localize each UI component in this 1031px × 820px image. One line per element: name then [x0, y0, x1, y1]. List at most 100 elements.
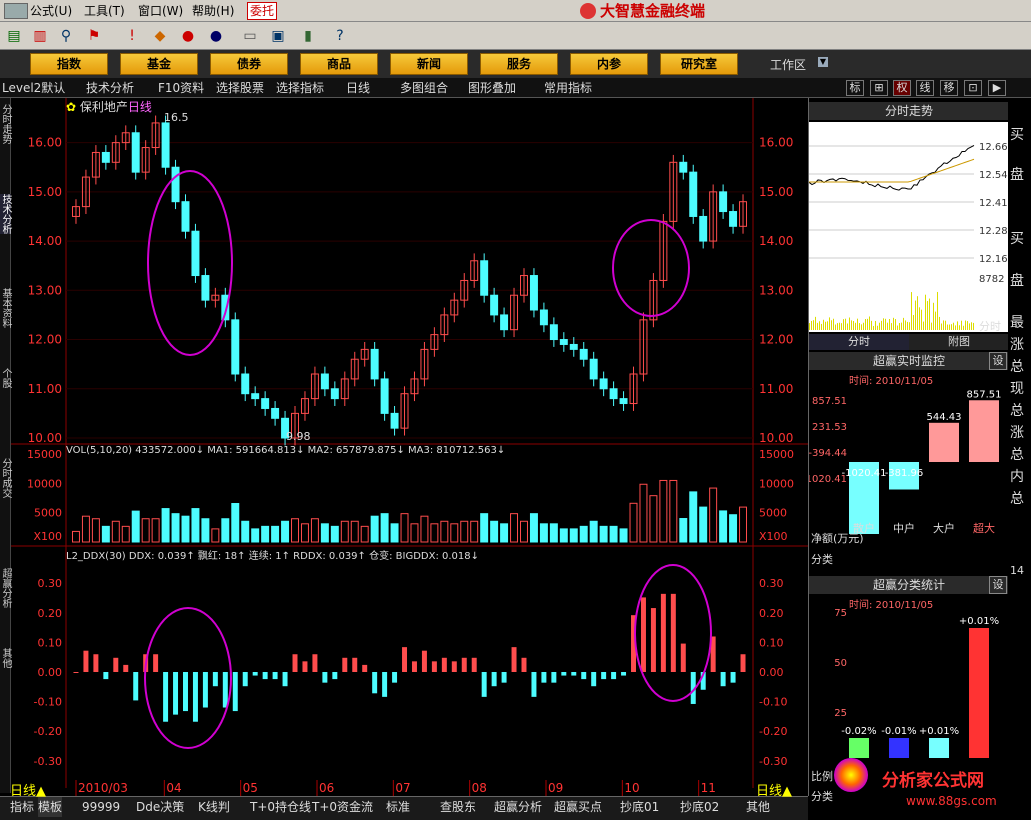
volume-bar	[491, 521, 498, 542]
btab-buypoint[interactable]: 超赢买点	[554, 797, 602, 817]
ddx-bar	[512, 647, 517, 672]
tab-daily[interactable]: 日线	[346, 80, 370, 96]
btab-standard[interactable]: 标准	[386, 797, 410, 817]
nav-news[interactable]: 新闻	[390, 53, 468, 75]
ls-tech[interactable]: 技术分析	[0, 194, 11, 234]
binoculars-icon[interactable]: ⚲	[56, 26, 76, 46]
warning-icon[interactable]: !	[122, 26, 142, 46]
btab-shareholders[interactable]: 查股东	[440, 797, 476, 817]
nav-insider[interactable]: 内参	[570, 53, 648, 75]
tab-overlay[interactable]: 图形叠加	[468, 80, 516, 96]
ls-basic[interactable]: 基本资料	[0, 288, 11, 328]
nav-service[interactable]: 服务	[480, 53, 558, 75]
intraday-vol-bar	[927, 301, 928, 330]
intraday-vol-bar	[833, 319, 834, 330]
delegate-button[interactable]: 委托	[247, 2, 277, 20]
intraday-title: 分时走势	[809, 102, 1009, 120]
tab-subchart[interactable]: 附图	[909, 334, 1009, 350]
btab-superwin[interactable]: 超赢分析	[494, 797, 542, 817]
watermark: 分析家公式网 www.88gs.com	[830, 756, 1030, 818]
chart-icon[interactable]: ▥	[30, 26, 50, 46]
intraday-vol-bar	[941, 323, 942, 330]
tab-intraday[interactable]: 分时	[809, 334, 909, 350]
btab-bottom01[interactable]: 抄底01	[620, 797, 659, 817]
mark-button[interactable]: 标	[846, 80, 864, 96]
btab-t0-flow[interactable]: T+0资金流	[312, 797, 373, 817]
intraday-vol-bar	[839, 323, 840, 330]
menu-help[interactable]: 帮助(H)	[192, 3, 234, 19]
volume-bar	[740, 507, 747, 542]
next-button[interactable]: ▶	[988, 80, 1006, 96]
intraday-vol-bar	[903, 318, 904, 330]
ddx-bar	[522, 658, 527, 672]
nav-research[interactable]: 研究室	[660, 53, 738, 75]
btab-indicator[interactable]: 指标	[10, 797, 34, 817]
layout-button[interactable]: ⊡	[964, 80, 982, 96]
ls-intraday[interactable]: 分时走势	[0, 104, 11, 144]
tab-select-indicator[interactable]: 选择指标	[276, 80, 324, 96]
intraday-unit: 分时	[979, 318, 1001, 334]
tab-multi-chart[interactable]: 多图组合	[400, 80, 448, 96]
books-icon[interactable]: ▮	[298, 26, 318, 46]
ls-stock[interactable]: 个股	[0, 368, 11, 388]
btab-99999[interactable]: 99999	[82, 797, 120, 817]
menu-tools[interactable]: 工具(T)	[84, 3, 125, 19]
btab-t0-position[interactable]: T+0持仓线	[250, 797, 311, 817]
move-button[interactable]: 移	[940, 80, 958, 96]
tab-select-stock[interactable]: 选择股票	[216, 80, 264, 96]
workspace-dropdown-icon[interactable]: ▼	[818, 57, 828, 67]
intraday-vol-bar	[845, 319, 846, 330]
vol-tick-left: 15000	[27, 448, 62, 461]
ls-ddx[interactable]: 超赢分析	[0, 568, 11, 608]
date-tick: 08	[472, 781, 487, 795]
fund-icon[interactable]: ●	[178, 26, 198, 46]
volume-bar	[351, 521, 358, 542]
diamond-icon[interactable]: ◆	[150, 26, 170, 46]
quote-icon[interactable]: ▤	[4, 26, 24, 46]
intraday-chart[interactable]: 12.66 12.54 12.41 12.28 12.16 8782	[809, 122, 1009, 332]
btab-other[interactable]: 其他	[746, 797, 770, 817]
stat-settings-button[interactable]: 设	[989, 576, 1007, 594]
stock-icon[interactable]: ●	[206, 26, 226, 46]
ddx-bar	[332, 672, 337, 679]
tab-level2[interactable]: Level2默认	[2, 80, 65, 96]
ls-trades[interactable]: 分时成交	[0, 458, 11, 498]
candle-body	[132, 133, 139, 172]
help-icon[interactable]: ?	[330, 26, 350, 46]
nav-bond[interactable]: 债券	[210, 53, 288, 75]
volume-bar	[690, 492, 697, 542]
btab-bottom02[interactable]: 抄底02	[680, 797, 719, 817]
tab-tech-analysis[interactable]: 技术分析	[86, 80, 134, 96]
volume-bar	[441, 521, 448, 542]
window-icon[interactable]: ▣	[268, 26, 288, 46]
volume-bar	[272, 526, 279, 542]
line-button[interactable]: 线	[916, 80, 934, 96]
alert-icon[interactable]: ⚑	[84, 26, 104, 46]
intraday-vol-bar	[889, 319, 890, 330]
grid-button[interactable]: ⊞	[870, 80, 888, 96]
nav-commodity[interactable]: 商品	[300, 53, 378, 75]
tab-f10[interactable]: F10资料	[158, 80, 204, 96]
fr-panel: 盘	[1010, 164, 1024, 184]
fr-buy: 买	[1010, 124, 1024, 144]
ddx-bar	[492, 672, 497, 686]
nav-index[interactable]: 指数	[30, 53, 108, 75]
btab-kline[interactable]: K线判	[198, 797, 230, 817]
ddx-tick-left: 0.30	[38, 577, 63, 590]
volume-bar	[471, 521, 478, 542]
ddx-tick-right: -0.20	[759, 725, 787, 738]
intraday-vol-bar	[937, 292, 938, 330]
monitor-settings-button[interactable]: 设	[989, 352, 1007, 370]
rights-button[interactable]: 权	[893, 80, 911, 96]
notepad-icon[interactable]: ▭	[240, 26, 260, 46]
workspace-label[interactable]: 工作区	[770, 56, 806, 73]
tab-common-indicators[interactable]: 常用指标	[544, 80, 592, 96]
ddx-bar	[103, 672, 108, 679]
btab-template[interactable]: 模板	[38, 797, 62, 817]
price-tick-left: 13.00	[28, 283, 62, 297]
nav-fund[interactable]: 基金	[120, 53, 198, 75]
menu-formula[interactable]: 公式(U)	[30, 3, 72, 19]
menu-window[interactable]: 窗口(W)	[138, 3, 183, 19]
ls-other[interactable]: 其他	[0, 648, 11, 668]
btab-dde[interactable]: Dde决策	[136, 797, 184, 817]
